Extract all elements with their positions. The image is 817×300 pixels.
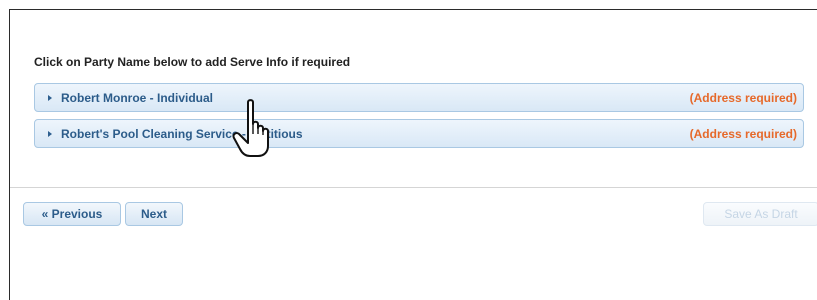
caret-right-icon [48, 130, 52, 137]
section-divider [10, 187, 817, 188]
save-as-draft-button[interactable]: Save As Draft [703, 202, 817, 226]
party-name[interactable]: Robert Monroe - Individual [61, 91, 213, 105]
hand-cursor-icon [232, 99, 269, 157]
party-row-pool-cleaning[interactable]: Robert's Pool Cleaning Service - Fictiti… [34, 119, 804, 148]
form-panel [9, 9, 817, 300]
address-required-label: (Address required) [689, 126, 797, 141]
instruction-text: Click on Party Name below to add Serve I… [34, 55, 351, 69]
previous-button[interactable]: « Previous [23, 202, 121, 226]
address-required-label: (Address required) [689, 90, 797, 105]
party-row-robert-monroe[interactable]: Robert Monroe - Individual (Address requ… [34, 83, 804, 112]
next-button[interactable]: Next [125, 202, 183, 226]
caret-right-icon [48, 94, 52, 101]
